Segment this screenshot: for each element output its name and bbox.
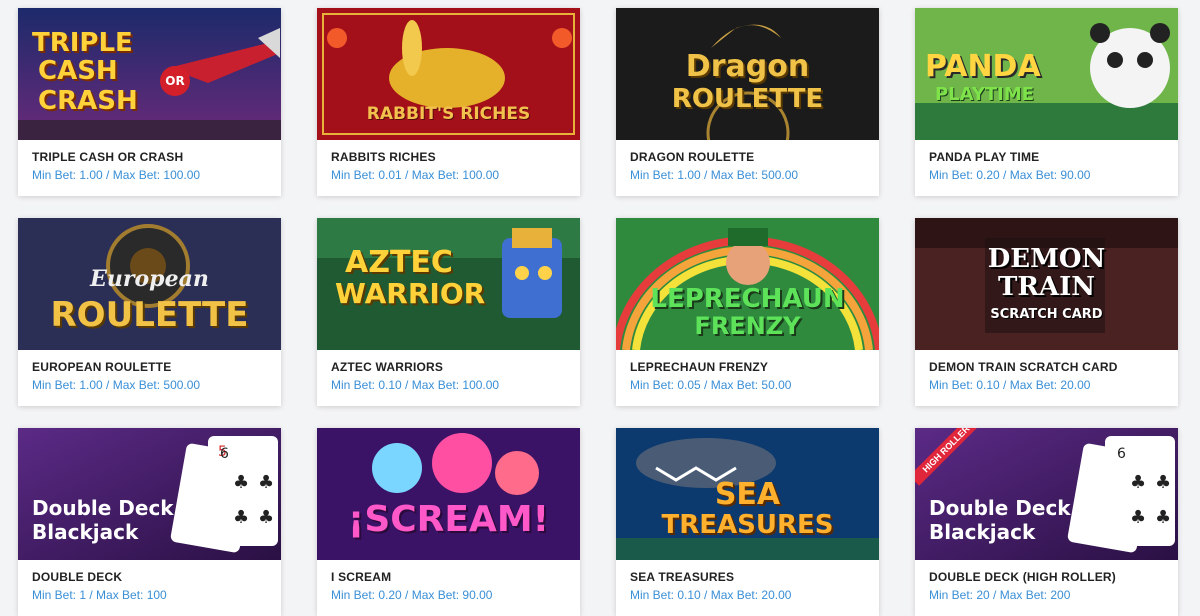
art-title-line-1: Double Deck xyxy=(929,496,1071,520)
svg-text:♣: ♣ xyxy=(233,507,249,528)
art-title-line-2: Blackjack xyxy=(929,520,1036,544)
game-thumbnail[interactable]: RABBIT'S RICHES xyxy=(317,8,580,140)
art-title: ¡SCREAM! xyxy=(347,499,550,540)
game-bet-range: Min Bet: 1.00 / Max Bet: 100.00 xyxy=(32,168,201,182)
svg-text:6: 6 xyxy=(1117,446,1126,462)
art-title-line-1: PANDA xyxy=(925,49,1041,84)
art-title-line-2: CASH xyxy=(38,56,118,86)
art-title-line-2: ROULETTE xyxy=(50,295,249,335)
game-card-double-deck-high-roller[interactable]: 6 ♣ ♣ ♣ ♣ HIGH ROLLER Double Deck Blackj… xyxy=(915,428,1178,616)
game-title[interactable]: EUROPEAN ROULETTE xyxy=(32,360,267,374)
game-thumbnail[interactable]: AZTEC WARRIOR xyxy=(317,218,580,350)
game-bet-range: Min Bet: 0.05 / Max Bet: 50.00 xyxy=(630,378,792,392)
game-title[interactable]: DOUBLE DECK (HIGH ROLLER) xyxy=(929,570,1164,584)
game-card-dragon-roulette[interactable]: Dragon ROULETTE DRAGON ROULETTE Min Bet:… xyxy=(616,8,879,196)
game-title[interactable]: DOUBLE DECK xyxy=(32,570,267,584)
game-title[interactable]: SEA TREASURES xyxy=(630,570,865,584)
art-title-line-1: European xyxy=(90,266,209,292)
game-card-panda-play-time[interactable]: PANDA PLAYTIME PANDA PLAY TIME Min Bet: … xyxy=(915,8,1178,196)
game-title[interactable]: I SCREAM xyxy=(331,570,566,584)
svg-text:♣: ♣ xyxy=(1130,507,1146,528)
art-title-line-2: TREASURES xyxy=(661,510,834,540)
game-title[interactable]: LEPRECHAUN FRENZY xyxy=(630,360,865,374)
svg-text:♣: ♣ xyxy=(258,507,274,528)
art-title-line-2: PLAYTIME xyxy=(935,84,1035,105)
art-title-line-2: ROULETTE xyxy=(671,84,824,114)
game-title[interactable]: AZTEC WARRIORS xyxy=(331,360,566,374)
svg-text:♣: ♣ xyxy=(1130,472,1146,493)
game-title[interactable]: RABBITS RICHES xyxy=(331,150,566,164)
art-title-line-2: FRENZY xyxy=(694,312,801,340)
game-thumbnail[interactable]: TRIPLE CASH OR CRASH xyxy=(18,8,281,140)
art-title-line-1: Double Deck xyxy=(32,496,174,520)
game-thumbnail[interactable]: PANDA PLAYTIME xyxy=(915,8,1178,140)
thumbnail-art xyxy=(317,428,580,560)
game-bet-range: Min Bet: 1.00 / Max Bet: 500.00 xyxy=(630,168,799,182)
game-title[interactable]: PANDA PLAY TIME xyxy=(929,150,1164,164)
svg-text:6: 6 xyxy=(220,446,229,462)
art-title-line-3: SCRATCH CARD xyxy=(990,307,1103,322)
game-card-i-scream[interactable]: ¡SCREAM! I SCREAM Min Bet: 0.20 / Max Be… xyxy=(317,428,580,616)
game-card-sea-treasures[interactable]: SEA TREASURES SEA TREASURES Min Bet: 0.1… xyxy=(616,428,879,616)
game-card-rabbits-riches[interactable]: RABBIT'S RICHES RABBITS RICHES Min Bet: … xyxy=(317,8,580,196)
game-card-leprechaun-frenzy[interactable]: LEPRECHAUN FRENZY LEPRECHAUN FRENZY Min … xyxy=(616,218,879,406)
art-title-line-1: AZTEC xyxy=(345,245,453,280)
svg-text:♣: ♣ xyxy=(1155,472,1171,493)
game-bet-range: Min Bet: 1.00 / Max Bet: 500.00 xyxy=(32,378,201,392)
game-thumbnail[interactable]: SEA TREASURES xyxy=(616,428,879,560)
game-bet-range: Min Bet: 0.10 / Max Bet: 20.00 xyxy=(929,378,1091,392)
art-title: RABBIT'S RICHES xyxy=(366,104,531,124)
art-title-line-2: TRAIN xyxy=(997,272,1096,302)
art-title-or: OR xyxy=(160,66,190,96)
game-card-aztec-warriors[interactable]: AZTEC WARRIOR AZTEC WARRIORS Min Bet: 0.… xyxy=(317,218,580,406)
game-thumbnail[interactable]: 5 6 ♣ ♣ ♣ ♣ Double Deck Blackjack xyxy=(18,428,281,560)
art-title-line-1: SEA xyxy=(714,477,781,512)
game-thumbnail[interactable]: Dragon ROULETTE xyxy=(616,8,879,140)
game-title[interactable]: DRAGON ROULETTE xyxy=(630,150,865,164)
art-title-line-1: LEPRECHAUN xyxy=(650,284,845,314)
game-bet-range: Min Bet: 0.10 / Max Bet: 100.00 xyxy=(331,378,500,392)
game-bet-range: Min Bet: 0.20 / Max Bet: 90.00 xyxy=(929,168,1091,182)
game-card-triple-cash-or-crash[interactable]: TRIPLE CASH OR CRASH TRIPLE CASH OR CRAS… xyxy=(18,8,281,196)
game-card-double-deck[interactable]: 5 6 ♣ ♣ ♣ ♣ Double Deck Blackjack DOUBLE… xyxy=(18,428,281,616)
svg-text:♣: ♣ xyxy=(233,472,249,493)
game-thumbnail[interactable]: LEPRECHAUN FRENZY xyxy=(616,218,879,350)
art-title-line-2: WARRIOR xyxy=(335,277,486,310)
art-title-line-1: DEMON xyxy=(987,244,1106,274)
art-title-line-2: Blackjack xyxy=(32,520,139,544)
game-thumbnail[interactable]: ¡SCREAM! xyxy=(317,428,580,560)
game-bet-range: Min Bet: 0.01 / Max Bet: 100.00 xyxy=(331,168,500,182)
game-card-demon-train-scratch-card[interactable]: DEMON TRAIN SCRATCH CARD DEMON TRAIN SCR… xyxy=(915,218,1178,406)
game-thumbnail[interactable]: 6 ♣ ♣ ♣ ♣ HIGH ROLLER Double Deck Blackj… xyxy=(915,428,1178,560)
game-thumbnail[interactable]: DEMON TRAIN SCRATCH CARD xyxy=(915,218,1178,350)
svg-text:♣: ♣ xyxy=(258,472,274,493)
games-grid: TRIPLE CASH OR CRASH TRIPLE CASH OR CRAS… xyxy=(0,0,1200,616)
game-title[interactable]: DEMON TRAIN SCRATCH CARD xyxy=(929,360,1164,374)
game-title[interactable]: TRIPLE CASH OR CRASH xyxy=(32,150,267,164)
game-card-european-roulette[interactable]: European ROULETTE EUROPEAN ROULETTE Min … xyxy=(18,218,281,406)
art-title-line-1: TRIPLE xyxy=(32,28,133,58)
art-title-line-1: Dragon xyxy=(685,49,810,84)
art-title-line-3: CRASH xyxy=(38,86,138,116)
game-thumbnail[interactable]: European ROULETTE xyxy=(18,218,281,350)
svg-text:♣: ♣ xyxy=(1155,507,1171,528)
